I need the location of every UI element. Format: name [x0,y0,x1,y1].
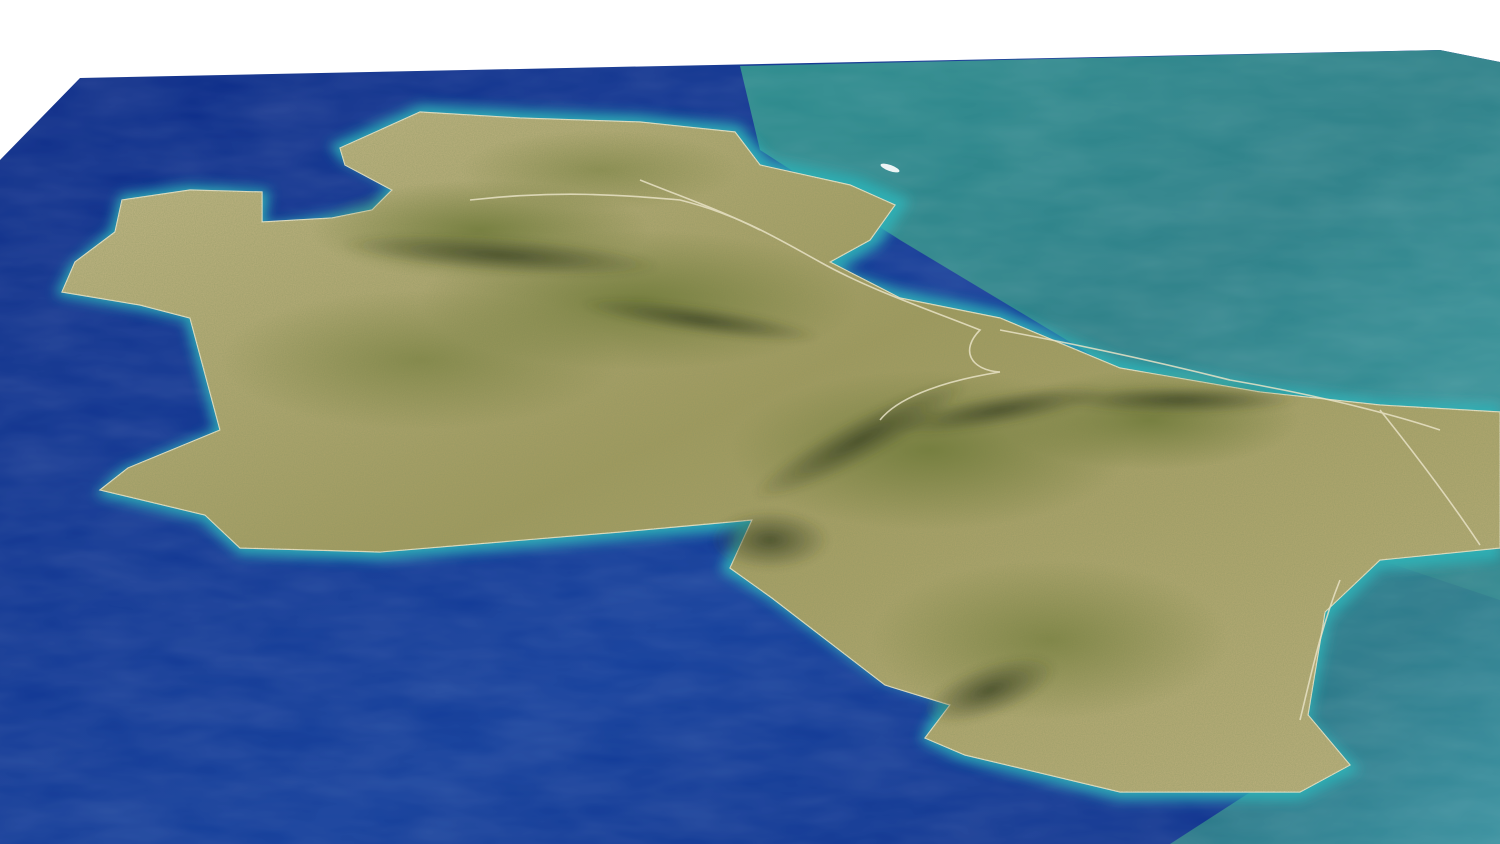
terrain-map-canvas [0,50,1500,844]
